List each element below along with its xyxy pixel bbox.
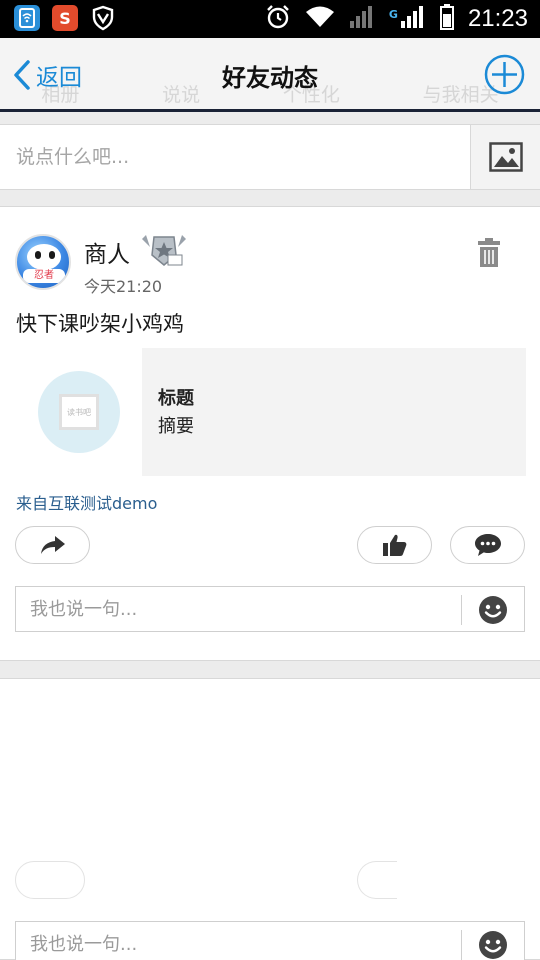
- feed-card: [0, 678, 540, 960]
- emoji-icon[interactable]: [478, 595, 508, 625]
- signal-icon: [400, 5, 426, 33]
- link-summary: 摘要: [158, 416, 194, 437]
- compose-input[interactable]: [0, 125, 470, 189]
- reply-box: [15, 921, 525, 960]
- forward-icon: [40, 536, 65, 554]
- comment-icon: [474, 534, 501, 556]
- reply-box: [15, 586, 525, 632]
- post-source[interactable]: 来自互联测试demo: [16, 490, 157, 514]
- feed-card: 忍者 商人 今天21:20 快下课吵架小鸡鸡 读书吧 标题 摘要 来自互联测试d…: [0, 206, 540, 661]
- wifi-icon: [305, 5, 335, 33]
- forward-button[interactable]: [15, 526, 90, 564]
- link-thumbnail: 读书吧: [38, 371, 120, 453]
- post-text: 快下课吵架小鸡鸡: [16, 312, 184, 336]
- network-type: G: [388, 7, 398, 21]
- reply-input[interactable]: [16, 922, 460, 960]
- trash-icon[interactable]: [476, 237, 502, 269]
- image-icon: [488, 142, 523, 172]
- comment-button[interactable]: [450, 526, 525, 564]
- thumbs-up-icon: [382, 534, 406, 556]
- status-bar: S G 21:23: [0, 0, 540, 38]
- alarm-icon: [265, 4, 291, 34]
- page-title: 好友动态: [222, 64, 318, 92]
- forward-button[interactable]: [15, 861, 85, 899]
- avatar-tag: 忍者: [23, 269, 65, 283]
- title-bar: 相册 说说 个性化 与我相关 返回 好友动态: [0, 38, 540, 112]
- image-picker-button[interactable]: [470, 125, 540, 189]
- add-post-icon[interactable]: [484, 54, 525, 95]
- emoji-icon[interactable]: [478, 930, 508, 960]
- signal-icon: [349, 5, 375, 33]
- sogou-input-icon: S: [52, 5, 78, 31]
- like-button[interactable]: [357, 526, 432, 564]
- battery-icon: [439, 4, 454, 34]
- sim-manager-icon: [14, 5, 40, 31]
- author-name[interactable]: 商人: [84, 235, 130, 269]
- vip-badge-icon: [142, 235, 186, 266]
- shared-link-card[interactable]: 读书吧 标题 摘要: [16, 348, 526, 476]
- avatar[interactable]: 忍者: [15, 234, 71, 290]
- compose-bar: [0, 124, 540, 190]
- reply-input[interactable]: [16, 587, 460, 631]
- clock: 21:23: [467, 5, 528, 32]
- thumb-caption: 读书吧: [67, 407, 91, 417]
- like-button[interactable]: [357, 861, 397, 899]
- shield-icon: [90, 5, 116, 31]
- post-time: 今天21:20: [84, 277, 163, 296]
- link-title: 标题: [158, 388, 194, 409]
